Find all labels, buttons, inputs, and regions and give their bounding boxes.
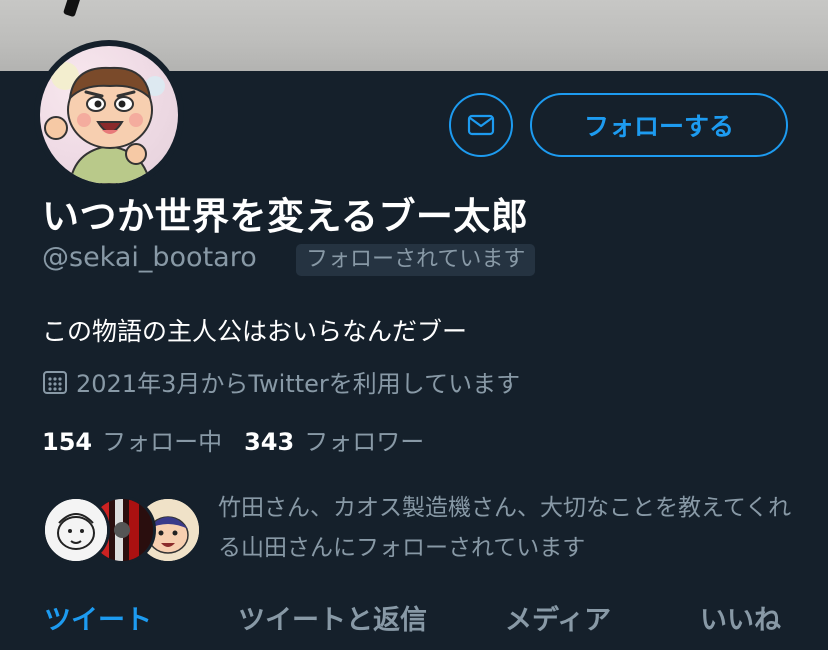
display-name: いつか世界を変えるブー太郎 (42, 195, 529, 238)
profile-tabs: ツイート ツイートと返信 メディア いいね (0, 590, 828, 650)
profile-bio: この物語の主人公はおいらなんだブー (42, 317, 468, 346)
following-count[interactable]: 154 (42, 428, 92, 456)
mail-icon (467, 114, 495, 136)
cartoon-boy-avatar-icon (40, 46, 178, 184)
calendar-icon (42, 369, 68, 395)
follow-stats: 154 フォロー中 343 フォロワー (42, 422, 446, 457)
followed-by-text: 竹田さん、カオス製造機さん、大切なことを教えてくれる山田さんにフォローされていま… (218, 495, 792, 561)
tab-likes[interactable]: いいね (700, 598, 781, 637)
joined-text: 2021年3月からTwitterを利用しています (76, 370, 521, 398)
joined-date: 2021年3月からTwitterを利用しています (42, 364, 520, 399)
follower-avatar-1 (42, 496, 110, 564)
user-handle: @sekai_bootaro (42, 242, 257, 273)
tab-tweets-and-replies[interactable]: ツイートと返信 (238, 598, 427, 637)
profile-avatar[interactable] (34, 40, 184, 190)
following-label[interactable]: フォロー中 (102, 422, 222, 457)
avatar-image (40, 46, 178, 184)
message-button[interactable] (449, 93, 513, 157)
followers-label[interactable]: フォロワー (304, 422, 424, 457)
tab-tweets[interactable]: ツイート (44, 598, 152, 637)
followers-count[interactable]: 343 (244, 428, 294, 456)
follow-button[interactable]: フォローする (530, 93, 788, 157)
follows-you-badge: フォローされています (296, 244, 536, 276)
tab-media[interactable]: メディア (505, 598, 611, 637)
banner-detail (62, 0, 82, 18)
followed-by-section[interactable]: 竹田さん、カオス製造機さん、大切なことを教えてくれる山田さんにフォローされていま… (42, 488, 802, 568)
